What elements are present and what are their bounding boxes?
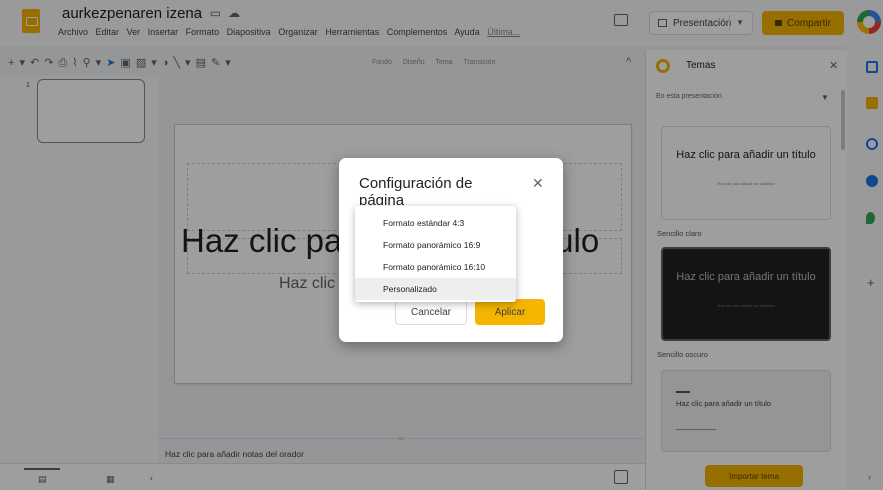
size-option-custom[interactable]: Personalizado <box>355 278 516 300</box>
dialog-title: Configuración de página <box>359 175 473 205</box>
size-option-standard-4-3[interactable]: Formato estándar 4:3 <box>355 212 516 234</box>
size-option-widescreen-16-9[interactable]: Formato panorámico 16:9 <box>355 234 516 256</box>
page-size-dropdown-menu: Formato estándar 4:3 Formato panorámico … <box>355 206 516 302</box>
close-icon[interactable]: ✕ <box>532 175 544 192</box>
size-option-widescreen-16-10[interactable]: Formato panorámico 16:10 <box>355 256 516 278</box>
apply-button[interactable]: Aplicar <box>475 299 545 325</box>
cancel-button[interactable]: Cancelar <box>395 299 467 325</box>
